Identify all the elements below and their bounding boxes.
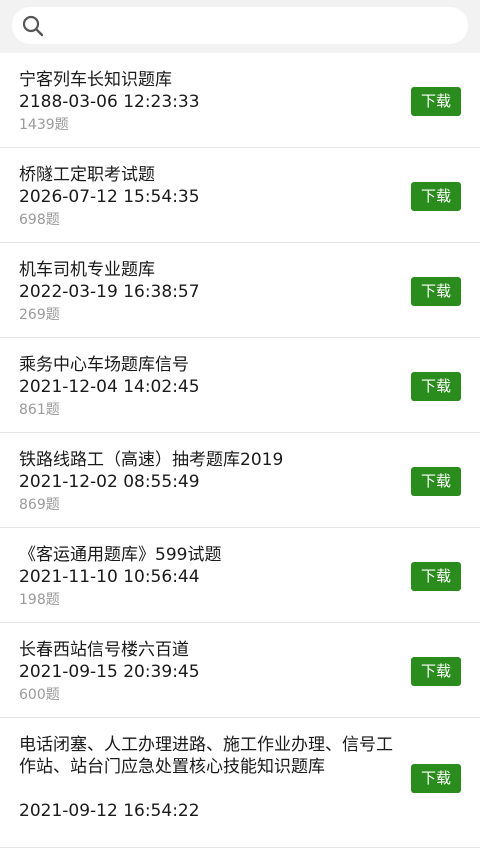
download-button[interactable]: 下载	[411, 277, 461, 306]
item-date: 2021-12-02 08:55:49	[19, 472, 200, 492]
item-question-count: 698题	[19, 212, 60, 228]
item-date: 2022-03-19 16:38:57	[19, 282, 200, 302]
download-button[interactable]: 下载	[411, 562, 461, 591]
download-button[interactable]: 下载	[411, 87, 461, 116]
list-item[interactable]: 宁客列车长知识题库 2188-03-06 12:23:33 1439题 下载	[0, 53, 480, 148]
search-box[interactable]	[12, 7, 468, 44]
item-title: 宁客列车长知识题库	[19, 70, 172, 90]
download-button[interactable]: 下载	[411, 372, 461, 401]
item-question-count: 861题	[19, 402, 60, 418]
item-date: 2021-09-15 20:39:45	[19, 662, 200, 682]
download-button[interactable]: 下载	[411, 657, 461, 686]
item-date: 2021-11-10 10:56:44	[19, 567, 200, 587]
list-item[interactable]: 铁路线路工（高速）抽考题库2019 2021-12-02 08:55:49 86…	[0, 433, 480, 528]
search-bar	[0, 0, 480, 53]
item-question-count: 600题	[19, 687, 60, 703]
item-title: 长春西站信号楼六百道	[19, 640, 189, 660]
item-question-count: 869题	[19, 497, 60, 513]
item-date: 2026-07-12 15:54:35	[19, 187, 200, 207]
item-question-count: 269题	[19, 307, 60, 323]
item-title: 桥隧工定职考试题	[19, 165, 155, 185]
item-date: 2021-12-04 14:02:45	[19, 377, 200, 397]
list-item[interactable]: 电话闭塞、人工办理进路、施工作业办理、信号工作站、站台门应急处置核心技能知识题库…	[0, 718, 480, 848]
list-item[interactable]: 长春西站信号楼六百道 2021-09-15 20:39:45 600题 下载	[0, 623, 480, 718]
list-item[interactable]: 桥隧工定职考试题 2026-07-12 15:54:35 698题 下载	[0, 148, 480, 243]
search-icon[interactable]	[21, 14, 45, 38]
download-button[interactable]: 下载	[411, 764, 461, 793]
item-question-count: 1439题	[19, 117, 69, 133]
item-title: 机车司机专业题库	[19, 260, 155, 280]
list-item[interactable]: 机车司机专业题库 2022-03-19 16:38:57 269题 下载	[0, 243, 480, 338]
item-date: 2188-03-06 12:23:33	[19, 92, 200, 112]
item-title: 电话闭塞、人工办理进路、施工作业办理、信号工作站、站台门应急处置核心技能知识题库	[19, 735, 393, 777]
item-date: 2021-09-12 16:54:22	[19, 801, 200, 821]
item-title: 铁路线路工（高速）抽考题库2019	[19, 450, 284, 470]
item-title: 《客运通用题库》599试题	[19, 545, 222, 565]
list-item[interactable]: 《客运通用题库》599试题 2021-11-10 10:56:44 198题 下…	[0, 528, 480, 623]
item-title: 乘务中心车场题库信号	[19, 355, 189, 375]
item-question-count: 198题	[19, 592, 60, 608]
download-button[interactable]: 下载	[411, 467, 461, 496]
search-input[interactable]	[56, 11, 460, 41]
download-button[interactable]: 下载	[411, 182, 461, 211]
question-bank-list: 宁客列车长知识题库 2188-03-06 12:23:33 1439题 下载 桥…	[0, 53, 480, 848]
list-item[interactable]: 乘务中心车场题库信号 2021-12-04 14:02:45 861题 下载	[0, 338, 480, 433]
